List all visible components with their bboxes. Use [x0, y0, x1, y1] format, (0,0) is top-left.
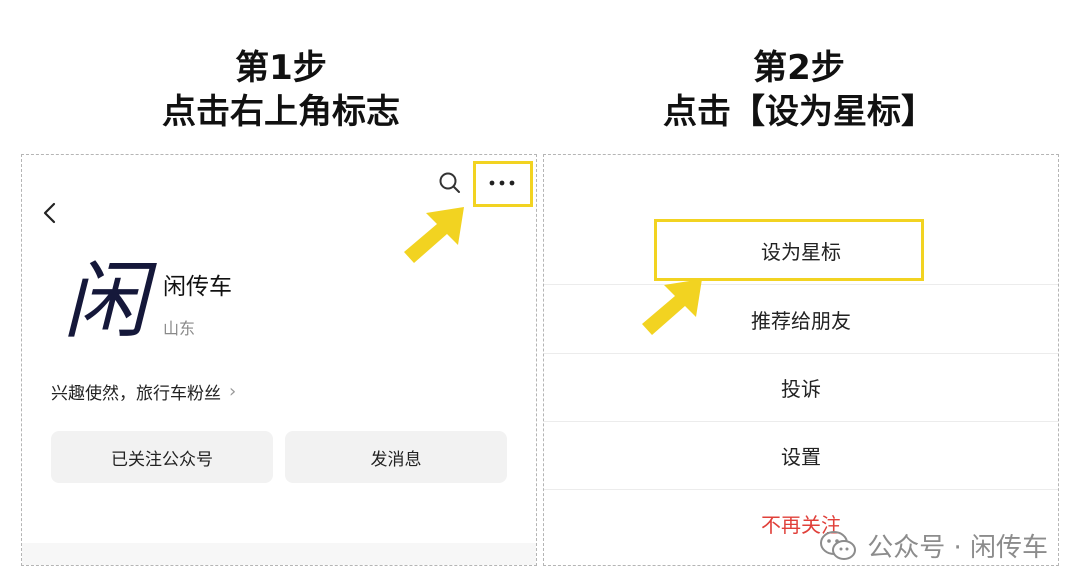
account-region: 山东	[163, 319, 196, 338]
message-button[interactable]: 发消息	[285, 431, 507, 483]
avatar: 闲	[62, 252, 147, 350]
more-icon-highlight	[473, 161, 533, 207]
step1-heading: 第1步 点击右上角标志	[21, 46, 541, 134]
watermark: 公众号 · 闲传车	[819, 527, 1048, 564]
menu-item-label: 设置	[781, 444, 821, 469]
back-icon[interactable]	[40, 201, 60, 225]
set-star-highlight	[654, 219, 924, 281]
menu-item-recommend[interactable]: 推荐给朋友	[544, 285, 1058, 353]
step2-title: 第2步	[753, 48, 845, 88]
account-description[interactable]: 兴趣使然，旅行车粉丝 ›	[51, 379, 236, 404]
step1-subtitle: 点击右上角标志	[162, 92, 400, 132]
menu-item-label: 投诉	[781, 376, 821, 401]
arrow-icon	[400, 205, 466, 265]
profile-panel: 闲 闲传车 山东 兴趣使然，旅行车粉丝 › 已关注公众号 发消息	[21, 154, 537, 566]
step1-title: 第1步	[235, 48, 327, 88]
follow-button[interactable]: 已关注公众号	[51, 431, 273, 483]
watermark-text: 公众号 · 闲传车	[867, 533, 1048, 563]
menu-item-complain[interactable]: 投诉	[544, 353, 1058, 421]
search-icon[interactable]	[438, 171, 462, 195]
menu-item-label: 推荐给朋友	[751, 308, 851, 333]
chevron-right-icon: ›	[229, 381, 237, 402]
step2-heading: 第2步 点击【设为星标】	[539, 46, 1059, 134]
arrow-icon	[638, 277, 704, 337]
wechat-icon	[819, 530, 857, 562]
bottom-strip	[22, 543, 536, 565]
account-description-text: 兴趣使然，旅行车粉丝	[51, 384, 221, 404]
menu-panel: 设为星标 推荐给朋友 投诉 设置 不再关注	[543, 154, 1059, 566]
menu-item-settings[interactable]: 设置	[544, 421, 1058, 489]
step2-subtitle: 点击【设为星标】	[663, 92, 935, 132]
account-name: 闲传车	[163, 274, 232, 300]
